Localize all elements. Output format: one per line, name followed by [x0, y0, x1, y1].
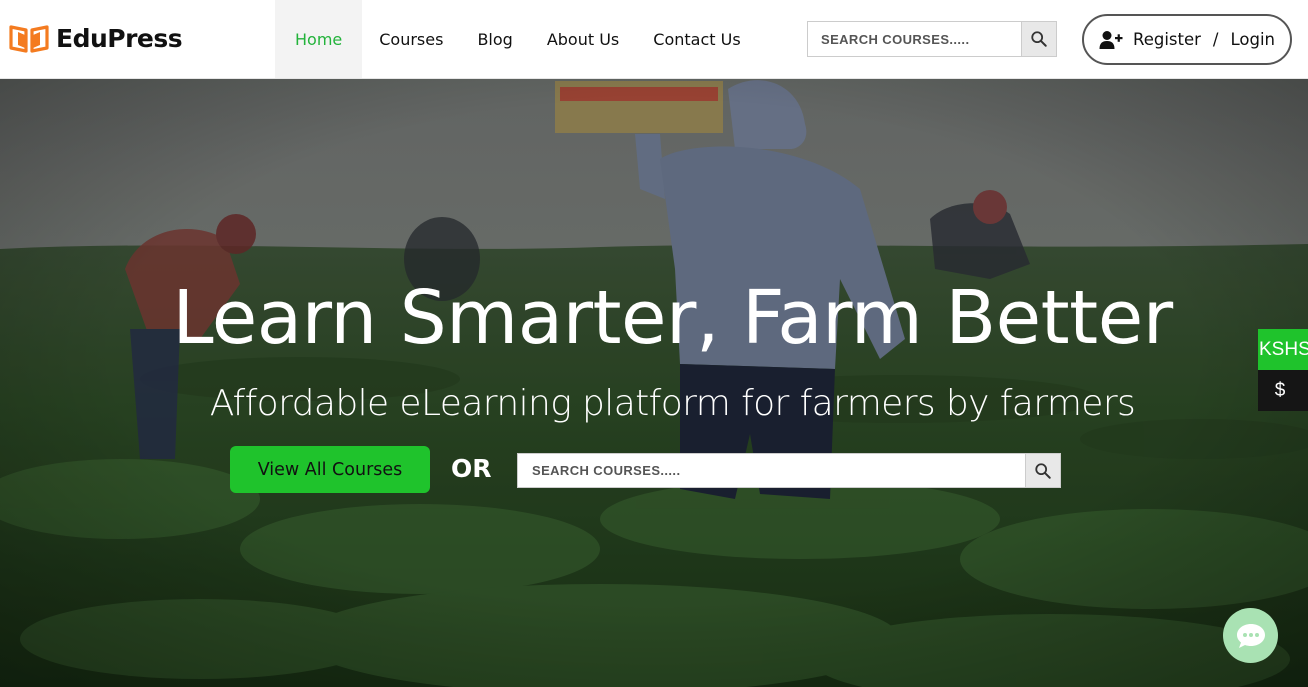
or-label: OR	[451, 454, 492, 483]
hero-section: Learn Smarter, Farm Better Affordable eL…	[0, 79, 1308, 687]
auth-separator: /	[1212, 30, 1219, 49]
book-logo-icon	[9, 25, 49, 53]
header-search-input[interactable]	[808, 22, 1021, 56]
hero-search-button[interactable]	[1025, 454, 1060, 487]
nav-about-us[interactable]: About Us	[530, 0, 636, 78]
brand-name: EduPress	[56, 23, 183, 53]
user-plus-icon	[1099, 30, 1123, 49]
nav-contact-us[interactable]: Contact Us	[636, 0, 757, 78]
search-icon	[1035, 462, 1051, 479]
currency-usd-button[interactable]: $	[1258, 370, 1308, 411]
hero-search	[517, 453, 1061, 488]
header-search-button[interactable]	[1021, 22, 1056, 56]
brand-logo[interactable]: EduPress	[8, 22, 183, 54]
hero-subtitle: Affordable eLearning platform for farmer…	[209, 383, 1136, 424]
login-label: Login	[1230, 30, 1275, 49]
chat-bubble-icon	[1236, 623, 1265, 648]
hero-title: Learn Smarter, Farm Better	[172, 275, 1173, 361]
chat-widget-button[interactable]	[1223, 608, 1278, 663]
nav-blog[interactable]: Blog	[460, 0, 529, 78]
header-search	[807, 21, 1057, 57]
site-header: EduPress Home Courses Blog About Us Cont…	[0, 0, 1308, 79]
currency-kshs-button[interactable]: KSHS	[1258, 329, 1308, 370]
register-label: Register	[1132, 30, 1201, 49]
view-all-courses-button[interactable]: View All Courses	[230, 446, 430, 493]
search-icon	[1031, 31, 1047, 47]
register-login-button[interactable]: Register / Login	[1082, 14, 1292, 65]
main-nav: Home Courses Blog About Us Contact Us	[275, 0, 758, 78]
nav-courses[interactable]: Courses	[362, 0, 460, 78]
hero-search-input[interactable]	[518, 454, 1025, 487]
nav-home[interactable]: Home	[275, 0, 363, 78]
